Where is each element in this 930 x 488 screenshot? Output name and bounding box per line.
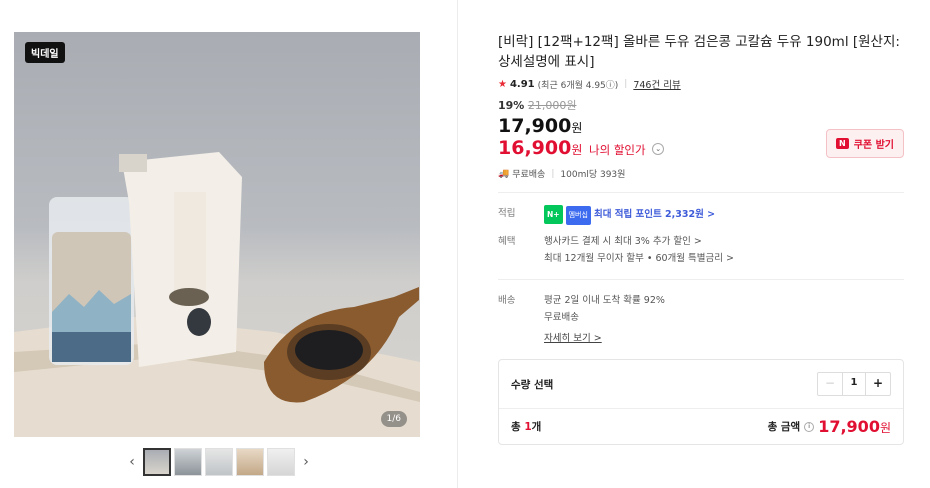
count-number: 1 — [524, 421, 532, 433]
naver-plus-icon: N+ — [544, 205, 563, 224]
image-counter: 1/6 — [380, 411, 407, 427]
quantity-row: 수량 선택 − 1 + — [499, 360, 903, 408]
count-suffix: 개 — [531, 421, 542, 433]
quantity-label: 수량 선택 — [511, 378, 554, 391]
my-price-value: 16,900 — [498, 137, 572, 159]
thumbnail-strip: ‹ › — [124, 448, 314, 476]
sale-price-unit: 원 — [571, 121, 583, 135]
perks-row: 혜택 행사카드 결제 시 최대 3% 추가 할인 > 최대 12개월 무이자 할… — [498, 233, 904, 267]
delivery-key: 배송 — [498, 295, 516, 306]
points-value[interactable]: N+ 멤버십 최대 적립 포인트 2,332원 > — [544, 205, 904, 225]
shipping-row: 🚚 무료배송 | 100ml당 393원 — [498, 167, 904, 181]
points-row: 적립 N+ 멤버십 최대 적립 포인트 2,332원 > — [498, 205, 904, 225]
thumbnail[interactable] — [267, 448, 295, 476]
plus-button[interactable]: + — [866, 373, 890, 395]
installment-link[interactable]: 최대 12개월 무이자 할부 • 60개월 특별금리 > — [544, 250, 904, 267]
total-label: 총 금액 — [767, 421, 801, 433]
discount-percent: 19% — [498, 99, 525, 112]
divider: | — [624, 79, 628, 89]
quantity-stepper: − 1 + — [817, 372, 891, 396]
coupon-icon: N — [836, 138, 849, 149]
order-box: 수량 선택 − 1 + 총 1개 총 금액 i 17,900원 — [498, 359, 904, 445]
total-count: 총 1개 — [511, 419, 541, 434]
truck-icon: 🚚 — [498, 168, 510, 179]
points-text: 최대 적립 포인트 2,332원 > — [593, 209, 716, 220]
rating-score: 4.91 — [509, 78, 535, 90]
membership-badge: 멤버십 — [565, 206, 591, 225]
total-price-unit: 원 — [879, 421, 891, 435]
star-icon: ★ — [498, 78, 507, 90]
unit-price: 100ml당 393원 — [560, 170, 626, 180]
thumb-prev-arrow[interactable]: ‹ — [124, 454, 140, 470]
divider: | — [551, 168, 555, 179]
info-icon[interactable]: i — [804, 421, 815, 432]
divider — [498, 279, 904, 280]
review-link[interactable]: 746건 리뷰 — [633, 77, 680, 91]
shipping-text: 무료배송 — [512, 170, 546, 180]
discount-row: 19% 21,000원 — [498, 97, 904, 113]
rating-row: ★ 4.91 (최근 6개월 4.95ⓘ) | 746건 리뷰 — [498, 77, 904, 92]
thumbnail[interactable] — [236, 448, 264, 476]
gallery-panel: 빅데일 1/6 ‹ › — [0, 0, 458, 488]
total-row: 총 1개 총 금액 i 17,900원 — [499, 408, 903, 444]
total-price-value: 17,900 — [818, 417, 880, 436]
divider — [498, 192, 904, 193]
delivery-fee: 무료배송 — [544, 312, 579, 323]
product-photo — [14, 152, 420, 437]
thumb-next-arrow[interactable]: › — [298, 454, 314, 470]
chevron-down-icon[interactable]: ⌄ — [652, 142, 665, 155]
total-price: 17,900원 — [818, 417, 891, 436]
coupon-button[interactable]: N 쿠폰 받기 — [826, 129, 904, 158]
delivery-row: 배송 평균 2일 이내 도착 확률 92% 무료배송 자세히 보기 > — [498, 292, 904, 347]
points-key: 적립 — [498, 208, 516, 219]
perks-key: 혜택 — [498, 236, 516, 247]
count-prefix: 총 — [511, 421, 525, 433]
sale-price-value: 17,900 — [498, 115, 572, 137]
rating-note: (최근 6개월 4.95ⓘ) — [537, 80, 619, 91]
product-main-image[interactable]: 빅데일 1/6 — [14, 32, 420, 437]
original-price: 21,000원 — [527, 99, 577, 112]
thumbnail[interactable] — [143, 448, 171, 476]
product-title: [비락] [12팩+12팩] 올바른 두유 검은콩 고칼슘 두유 190ml [… — [498, 34, 900, 70]
quantity-value[interactable]: 1 — [842, 373, 866, 395]
coupon-label: 쿠폰 받기 — [853, 140, 894, 151]
my-price-unit: 원 — [571, 143, 583, 157]
product-info: [비락] [12팩+12팩] 올바른 두유 검은콩 고칼슘 두유 190ml [… — [498, 32, 904, 445]
card-discount-link[interactable]: 행사카드 결제 시 최대 3% 추가 할인 > — [544, 233, 904, 250]
thumbnail[interactable] — [205, 448, 233, 476]
minus-button[interactable]: − — [818, 373, 842, 395]
live-badge: 빅데일 — [25, 42, 65, 63]
my-price-label: 나의 할인가 — [589, 143, 646, 157]
total-amount: 총 금액 i 17,900원 — [768, 417, 891, 436]
delivery-eta: 평균 2일 이내 도착 확률 92% — [544, 295, 665, 306]
delivery-detail-link[interactable]: 자세히 보기 > — [544, 330, 904, 347]
thumbnail[interactable] — [174, 448, 202, 476]
